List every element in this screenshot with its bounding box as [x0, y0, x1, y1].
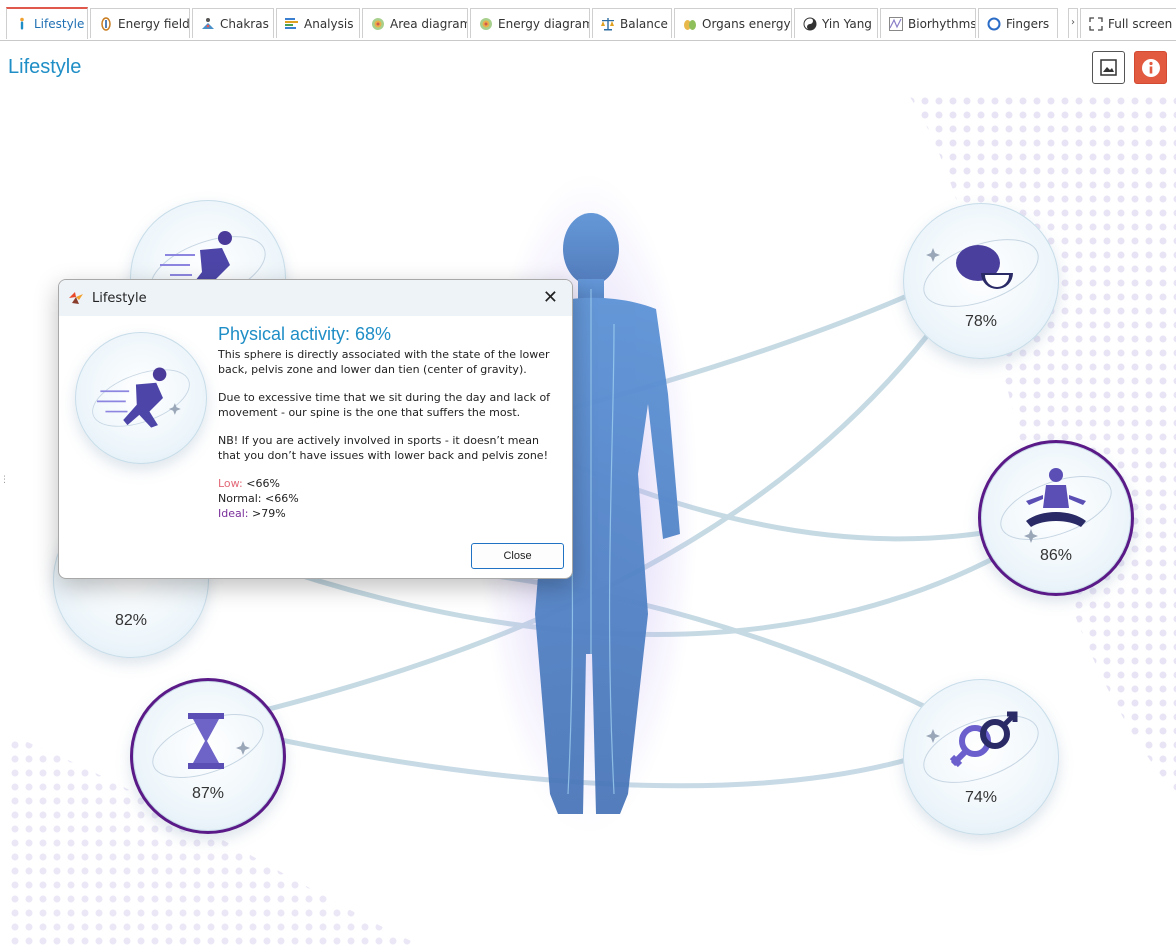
level-ideal: Ideal: >79%: [218, 506, 563, 521]
lifestyle-dialog: Lifestyle ✕ Physical activity: 68% This …: [58, 279, 573, 579]
tab-label: Analysis: [304, 16, 354, 31]
chevron-right-icon: ›: [1071, 17, 1075, 28]
level-ideal-value: >79%: [252, 507, 286, 520]
tab-chakras[interactable]: Chakras: [192, 8, 274, 38]
dialog-paragraph: NB! If you are actively involved in spor…: [218, 434, 548, 462]
dialog-sphere: [75, 332, 207, 464]
energy-diagram-icon: [480, 17, 492, 30]
fullscreen-button[interactable]: Full screen: [1080, 8, 1176, 38]
close-button[interactable]: Close: [471, 543, 564, 569]
app-logo-icon: [69, 292, 83, 304]
level-low-label: Low:: [218, 477, 243, 490]
level-low-value: <66%: [246, 477, 280, 490]
page-title: Lifestyle: [8, 56, 82, 78]
dialog-title: Lifestyle: [92, 290, 147, 306]
tab-energy-field[interactable]: Energy field: [90, 8, 190, 38]
level-normal: Normal: <66%: [218, 491, 563, 506]
tab-yin-yang[interactable]: Yin Yang: [794, 8, 878, 38]
tab-label: Organs energy: [702, 16, 791, 31]
organs-icon: [684, 19, 696, 30]
tab-area-diagram[interactable]: Area diagram: [362, 8, 468, 38]
image-icon: [1100, 59, 1117, 76]
tab-label: Fingers: [1006, 16, 1050, 31]
tab-label: Biorhythms: [908, 16, 976, 31]
tab-analysis[interactable]: Analysis: [276, 8, 360, 38]
tab-overflow-button[interactable]: ›: [1068, 8, 1078, 38]
dialog-paragraph: This sphere is directly associated with …: [218, 348, 550, 376]
sphere-time[interactable]: 87%: [130, 678, 286, 834]
level-ideal-label: Ideal:: [218, 507, 249, 520]
gender-icon: [923, 711, 1039, 783]
save-image-button[interactable]: [1092, 51, 1125, 84]
tab-label: Balance: [620, 16, 668, 31]
tab-label: Chakras: [220, 16, 269, 31]
balance-icon: [601, 17, 614, 30]
resize-grip[interactable]: ⋮: [0, 476, 9, 498]
sphere-percentage: 78%: [964, 313, 998, 330]
level-normal-value: <66%: [265, 492, 299, 505]
dialog-sphere-image: [75, 332, 207, 464]
tab-energy-diagram[interactable]: Energy diagram: [470, 8, 590, 38]
meditation-icon: [1000, 468, 1112, 543]
tab-bar: Lifestyle Energy field Chakras Analysis …: [0, 0, 1176, 41]
tab-balance[interactable]: Balance: [592, 8, 672, 38]
tab-biorhythms[interactable]: Biorhythms: [880, 8, 976, 38]
dialog-titlebar: Lifestyle ✕: [59, 280, 572, 316]
biorhythms-icon: [889, 16, 903, 31]
chakras-icon: [202, 17, 214, 29]
energy-field-icon: [101, 16, 111, 31]
sphere-nutrition[interactable]: 78%: [903, 203, 1059, 359]
tab-fingers[interactable]: Fingers: [978, 8, 1058, 38]
person-icon: [20, 17, 24, 30]
sphere-percentage: 82%: [114, 612, 148, 629]
runner-icon: [92, 367, 190, 428]
fullscreen-label: Full screen: [1108, 16, 1173, 31]
dialog-close-icon[interactable]: ✕: [543, 287, 558, 308]
dialog-paragraph: Due to excessive time that we sit during…: [218, 391, 551, 419]
fingers-icon: [987, 17, 1001, 30]
tab-lifestyle[interactable]: Lifestyle: [6, 7, 88, 39]
tab-label: Energy field: [118, 16, 190, 31]
tab-label: Area diagram: [390, 16, 468, 31]
info-button[interactable]: [1134, 51, 1167, 84]
tab-organs-energy[interactable]: Organs energy: [674, 8, 792, 38]
yin-yang-icon: [803, 17, 817, 30]
info-icon: [1141, 58, 1160, 77]
sphere-meditation[interactable]: 86%: [978, 440, 1134, 596]
area-diagram-icon: [372, 17, 384, 30]
dialog-heading: Physical activity: 68%: [218, 324, 392, 344]
sphere-percentage: 86%: [1039, 547, 1073, 564]
hourglass-icon: [152, 713, 264, 778]
analysis-icon: [285, 17, 298, 29]
tab-label: Yin Yang: [822, 16, 872, 31]
tab-label: Lifestyle: [34, 17, 85, 31]
sphere-sexuality[interactable]: 74%: [903, 679, 1059, 835]
dialog-content: Physical activity: 68% This sphere is di…: [218, 324, 563, 521]
sphere-percentage: 74%: [964, 789, 998, 806]
tab-label: Energy diagram: [498, 16, 590, 31]
sphere-percentage: 87%: [191, 785, 225, 802]
level-normal-label: Normal:: [218, 492, 262, 505]
level-low: Low: <66%: [218, 476, 563, 491]
lemon-icon: [923, 239, 1039, 307]
fullscreen-icon: [1089, 16, 1103, 31]
